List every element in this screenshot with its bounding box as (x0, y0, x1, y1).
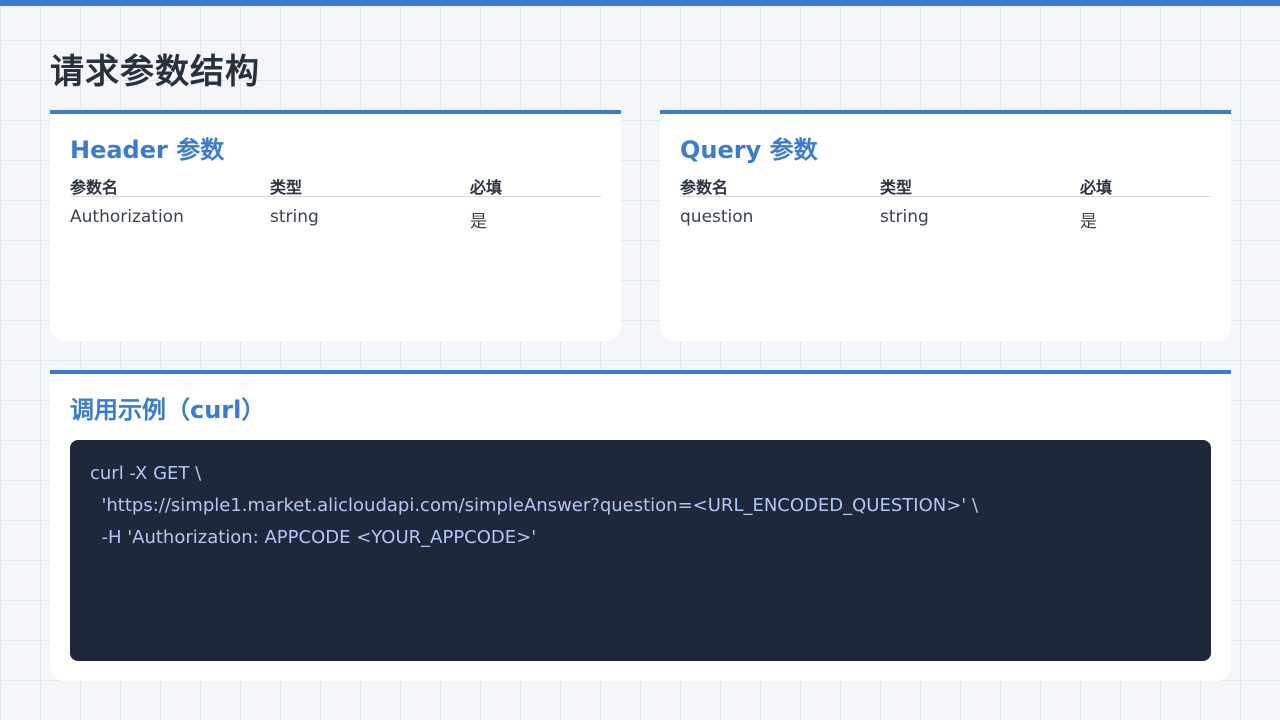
page-title: 请求参数结构 (50, 52, 260, 92)
top-accent-bar (0, 0, 1280, 6)
column-header-type: 类型 (270, 178, 303, 197)
code-line: curl -X GET \ (90, 463, 202, 484)
column-header-type: 类型 (880, 178, 913, 197)
param-type-cell: string (880, 207, 929, 227)
table-header-row: 参数名 类型 必填 (70, 172, 601, 197)
column-header-required: 必填 (1080, 178, 1113, 197)
column-header-required: 必填 (470, 178, 503, 197)
param-name-cell: Authorization (70, 207, 184, 227)
param-required-cell: 是 (1080, 212, 1097, 232)
query-params-card: Query 参数 参数名 类型 必填 question string 是 (660, 110, 1231, 341)
header-params-card: Header 参数 参数名 类型 必填 Authorization string… (50, 110, 621, 341)
column-header-name: 参数名 (70, 178, 119, 197)
table-row: question string 是 (680, 197, 1211, 232)
curl-example-title: 调用示例（curl） (70, 396, 266, 424)
query-params-title: Query 参数 (680, 136, 818, 164)
table-row: Authorization string 是 (70, 197, 601, 232)
query-params-table: 参数名 类型 必填 question string 是 (680, 172, 1211, 232)
param-required-cell: 是 (470, 212, 487, 232)
curl-example-card: 调用示例（curl） curl -X GET \ 'https://simple… (50, 370, 1231, 681)
code-block[interactable]: curl -X GET \ 'https://simple1.market.al… (70, 440, 1211, 661)
header-params-table: 参数名 类型 必填 Authorization string 是 (70, 172, 601, 232)
code-line: -H 'Authorization: APPCODE <YOUR_APPCODE… (90, 527, 537, 548)
header-params-title: Header 参数 (70, 136, 225, 164)
column-header-name: 参数名 (680, 178, 729, 197)
table-header-row: 参数名 类型 必填 (680, 172, 1211, 197)
param-type-cell: string (270, 207, 319, 227)
param-name-cell: question (680, 207, 754, 227)
code-line: 'https://simple1.market.alicloudapi.com/… (90, 495, 979, 516)
